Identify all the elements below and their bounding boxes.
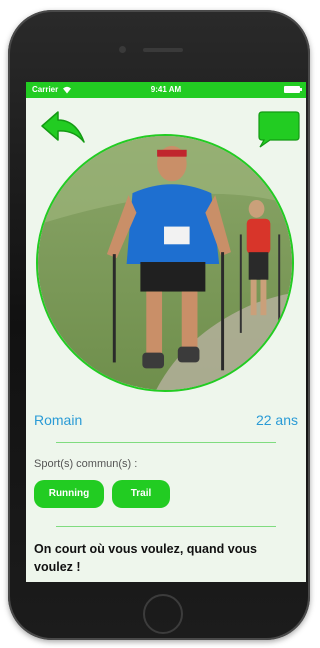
profile-name: Romain [34, 412, 83, 428]
earpiece-speaker [143, 48, 183, 52]
front-camera [119, 46, 126, 53]
back-button[interactable] [40, 110, 86, 146]
slogan-text: On court où vous voulez, quand vous voul… [34, 542, 257, 574]
profile-age: 22 ans [255, 412, 298, 428]
profile-info-row: Romain 22 ans [34, 412, 298, 432]
sport-chip-running[interactable]: Running [34, 480, 104, 508]
profile-photo [36, 134, 294, 392]
common-sports-label: Sport(s) commun(s) : [34, 458, 138, 470]
chat-button[interactable] [256, 110, 300, 148]
status-bar: Carrier 9:41 AM [26, 82, 306, 98]
home-button[interactable] [143, 594, 183, 634]
back-arrow-icon [41, 111, 85, 143]
app-screen: Carrier 9:41 AM Romain 22 ans Sport(s) c… [26, 82, 306, 582]
chat-bubble-icon [258, 111, 300, 148]
status-time: 9:41 AM [150, 85, 182, 94]
sport-chip-trail[interactable]: Trail [112, 480, 170, 508]
battery-icon [284, 86, 302, 93]
divider-bottom [56, 526, 276, 527]
divider-top [56, 442, 276, 443]
